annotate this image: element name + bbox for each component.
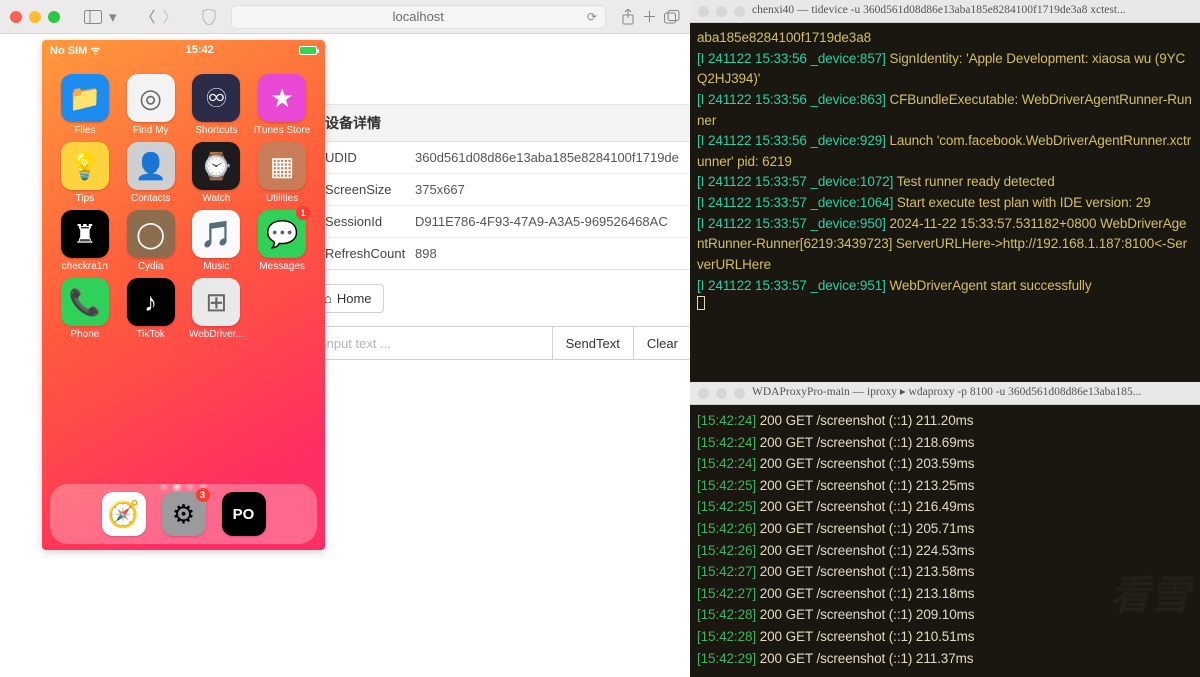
detail-value: 375x667 bbox=[415, 182, 679, 197]
app-icon-watch[interactable]: ⌚Watch bbox=[184, 142, 250, 204]
safari-toolbar: ▾ 〈 〉 localhost ⟳ ＋ bbox=[0, 0, 690, 34]
detail-value: D911E786-4F93-47A9-A3A5-969526468AC bbox=[415, 214, 679, 229]
app-icon-music[interactable]: 🎵Music bbox=[184, 210, 250, 272]
detail-value: 898 bbox=[415, 246, 679, 261]
app-icon-shortcuts[interactable]: ♾Shortcuts bbox=[184, 74, 250, 136]
terminal-wdaproxy: WDAProxyPro-main — iproxy ▸ wdaproxy -p … bbox=[690, 382, 1200, 677]
app-icon-findmy[interactable]: ◎Find My bbox=[118, 74, 184, 136]
app-icon-itunesstore[interactable]: ★iTunes Store bbox=[249, 74, 315, 136]
app-icon-webdriver[interactable]: ⊞WebDriver... bbox=[184, 278, 250, 340]
detail-value: 360d561d08d86e13aba185e8284100f1719de bbox=[415, 150, 679, 165]
dock-app-icon[interactable]: 🧭 bbox=[102, 492, 146, 536]
app-icon-checkra1n[interactable]: ♜checkra1n bbox=[52, 210, 118, 272]
text-input[interactable] bbox=[312, 326, 552, 360]
app-icon-tiktok[interactable]: ♪TikTok bbox=[118, 278, 184, 340]
panel-title: 设备详情 bbox=[313, 105, 691, 142]
back-button[interactable]: 〈 bbox=[141, 6, 156, 27]
term-zoom-button[interactable] bbox=[734, 388, 745, 399]
battery-icon bbox=[299, 46, 317, 55]
app-icon-phone[interactable]: 📞Phone bbox=[52, 278, 118, 340]
app-label: Shortcuts bbox=[195, 125, 237, 136]
home-icon: ⌂ bbox=[324, 291, 332, 306]
dock-app-icon[interactable]: ⚙3 bbox=[162, 492, 206, 536]
detail-key: SessionId bbox=[325, 214, 415, 229]
new-tab-icon[interactable]: ＋ bbox=[642, 6, 657, 27]
terminal-output[interactable]: [15:42:24] 200 GET /screenshot (::1) 211… bbox=[690, 405, 1200, 674]
terminal-title: WDAProxyPro-main — iproxy ▸ wdaproxy -p … bbox=[752, 384, 1192, 402]
sidebar-toggle-icon[interactable] bbox=[84, 10, 102, 24]
window-minimize-button[interactable] bbox=[29, 11, 41, 23]
reload-icon[interactable]: ⟳ bbox=[587, 10, 597, 24]
app-label: Phone bbox=[70, 329, 99, 340]
app-label: Utilities bbox=[266, 193, 298, 204]
app-label: Contacts bbox=[131, 193, 170, 204]
forward-button[interactable]: 〉 bbox=[163, 6, 178, 27]
app-label: WebDriver... bbox=[189, 329, 244, 340]
detail-key: ScreenSize bbox=[325, 182, 415, 197]
detail-row: ScreenSize375x667 bbox=[313, 173, 691, 205]
app-icon-cydia[interactable]: ◯Cydia bbox=[118, 210, 184, 272]
detail-row: RefreshCount898 bbox=[313, 237, 691, 269]
carrier-text: No SIM bbox=[50, 45, 87, 57]
detail-row: SessionIdD911E786-4F93-47A9-A3A5-9695264… bbox=[313, 205, 691, 237]
wifi-icon: ᯤ bbox=[90, 45, 100, 57]
app-label: iTunes Store bbox=[254, 125, 310, 136]
terminal-title: chenxi40 — tidevice -u 360d561d08d86e13a… bbox=[752, 2, 1192, 20]
device-screenshot: No SIM ᯤ 15:42 📁Files◎Find My♾Shortcuts★… bbox=[42, 40, 325, 550]
address-bar[interactable]: localhost ⟳ bbox=[231, 5, 606, 29]
url-text: localhost bbox=[393, 9, 444, 24]
app-icon-files[interactable]: 📁Files bbox=[52, 74, 118, 136]
terminal-tidevice: chenxi40 — tidevice -u 360d561d08d86e13a… bbox=[690, 0, 1200, 382]
app-label: Messages bbox=[259, 261, 305, 272]
device-details-panel: 设备详情 UDID360d561d08d86e13aba185e8284100f… bbox=[312, 104, 692, 270]
share-icon[interactable] bbox=[621, 9, 635, 25]
app-label: Find My bbox=[133, 125, 169, 136]
send-text-button[interactable]: SendText bbox=[552, 326, 633, 360]
dropdown-icon[interactable]: ▾ bbox=[109, 8, 117, 26]
app-icon-contacts[interactable]: 👤Contacts bbox=[118, 142, 184, 204]
term-close-button[interactable] bbox=[698, 388, 709, 399]
app-label: checkra1n bbox=[62, 261, 108, 272]
term-close-button[interactable] bbox=[698, 6, 709, 17]
terminal-output[interactable]: aba185e8284100f1719de3a8 [I 241122 15:33… bbox=[690, 23, 1200, 322]
app-label: Cydia bbox=[138, 261, 164, 272]
detail-row: UDID360d561d08d86e13aba185e8284100f1719d… bbox=[313, 142, 691, 173]
term-minimize-button[interactable] bbox=[716, 6, 727, 17]
detail-key: RefreshCount bbox=[325, 246, 415, 261]
tabs-icon[interactable] bbox=[664, 10, 680, 24]
dock: 🧭 ⚙3 PO bbox=[50, 484, 317, 544]
shield-icon[interactable] bbox=[202, 9, 216, 25]
window-zoom-button[interactable] bbox=[48, 11, 60, 23]
app-label: Files bbox=[74, 125, 95, 136]
dock-app-icon[interactable]: PO bbox=[222, 492, 266, 536]
app-icon-tips[interactable]: 💡Tips bbox=[52, 142, 118, 204]
status-time: 15:42 bbox=[186, 44, 214, 56]
app-icon-messages[interactable]: 💬1Messages bbox=[249, 210, 315, 272]
term-minimize-button[interactable] bbox=[716, 388, 727, 399]
detail-key: UDID bbox=[325, 150, 415, 165]
term-zoom-button[interactable] bbox=[734, 6, 745, 17]
window-close-button[interactable] bbox=[10, 11, 22, 23]
watermark: 看雪 bbox=[1110, 566, 1190, 627]
app-label: Tips bbox=[76, 193, 95, 204]
clear-button[interactable]: Clear bbox=[633, 326, 692, 360]
app-icon-utilities[interactable]: ▦Utilities bbox=[249, 142, 315, 204]
app-label: TikTok bbox=[136, 329, 165, 340]
app-label: Watch bbox=[202, 193, 230, 204]
app-label: Music bbox=[203, 261, 229, 272]
